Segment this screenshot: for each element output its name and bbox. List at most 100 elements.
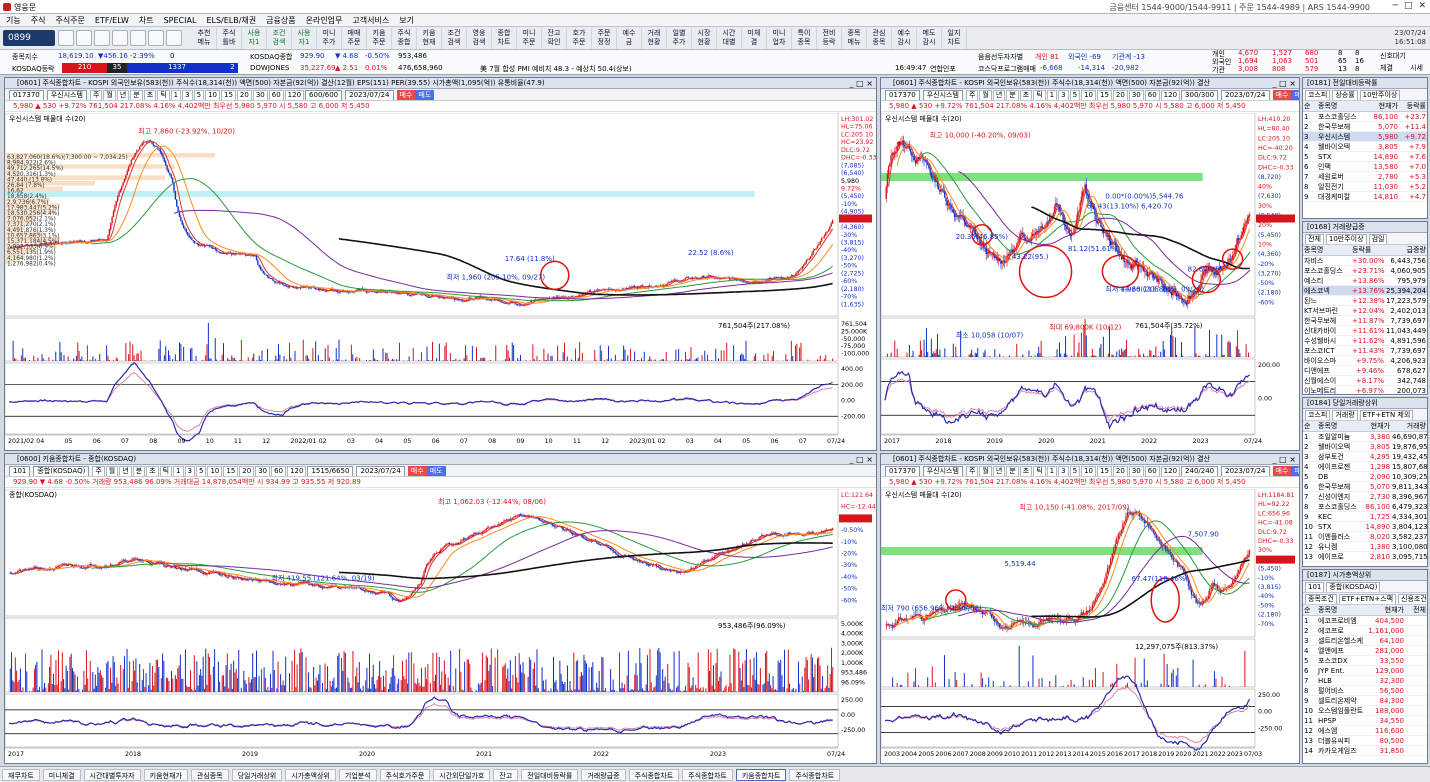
toolbar-button[interactable]: 조건 검색 (442, 28, 467, 49)
toolbar-button[interactable]: 특이 종목 (792, 28, 817, 49)
period-button[interactable]: 60 (268, 90, 284, 100)
period-button[interactable]: 틱 (157, 90, 170, 100)
flag-icon[interactable] (112, 30, 128, 46)
buy-button[interactable]: 매수 (407, 466, 427, 476)
period-button[interactable]: 60 (271, 466, 287, 476)
window-controls[interactable]: _ □ × (1273, 78, 1296, 88)
period-button[interactable]: 60 (1144, 90, 1160, 100)
period-button[interactable]: 15 (220, 90, 236, 100)
period-button[interactable]: 10 (207, 466, 223, 476)
menu-item[interactable]: 주식주문 (55, 15, 84, 26)
period-button[interactable]: 분 (132, 466, 146, 476)
window-header[interactable]: [0601] 주식종합차트 - KOSPI 외국인보유(583(천)) 주식수(… (5, 78, 876, 89)
period-button[interactable]: 120 (284, 90, 305, 100)
menu-item[interactable]: 온라인업무 (306, 15, 343, 26)
minimize-icon[interactable]: ─ (1393, 1, 1398, 11)
menu-item[interactable]: 고객서비스 (352, 15, 389, 26)
period-button[interactable]: 15 (223, 466, 239, 476)
period-button[interactable]: 월 (103, 90, 116, 100)
period-button[interactable]: 틱 (159, 466, 173, 476)
window-controls[interactable]: _ □ × (850, 454, 873, 464)
toolbar-button[interactable]: 예수 감시 (892, 28, 917, 49)
period-button[interactable]: 초 (143, 90, 157, 100)
toolbar-button[interactable]: 사용 자1 (292, 28, 317, 49)
period-button[interactable]: 분 (1006, 90, 1019, 100)
period-button[interactable]: 3 (1058, 90, 1069, 100)
period-button[interactable]: 1 (170, 90, 182, 100)
toolbar-button[interactable]: 잔고 확인 (542, 28, 567, 49)
maximize-icon[interactable]: □ (1404, 1, 1413, 11)
chart-window-top-left[interactable]: [0601] 주식종합차트 - KOSPI 외국인보유(583(천)) 주식수(… (4, 77, 877, 451)
sell-button[interactable]: 매도 (415, 90, 435, 100)
period-button[interactable]: 1 (173, 466, 184, 476)
period-button[interactable]: 10 (1081, 90, 1096, 100)
window-controls[interactable]: _ □ × (850, 78, 873, 88)
buy-button[interactable]: 매수 (396, 90, 416, 100)
screen-number-input[interactable]: 0899 (3, 30, 55, 46)
menu-item[interactable]: ELS/ELB/채권 (206, 15, 256, 26)
period-button[interactable]: 20 (236, 90, 252, 100)
period-button[interactable]: 월 (105, 466, 119, 476)
menu-item[interactable]: 보기 (399, 15, 414, 26)
close-icon[interactable]: ✕ (1418, 1, 1426, 11)
bar-count-field[interactable]: 600/600 (305, 90, 343, 100)
toolbar-button[interactable]: 미니 업차 (767, 28, 792, 49)
buy-button[interactable]: 매수 (1272, 90, 1292, 100)
toolbar-button[interactable]: 미체 결 (742, 28, 767, 49)
sell-button[interactable]: 매도 (426, 466, 446, 476)
toolbar-button[interactable]: 조건 검색 (267, 28, 292, 49)
toolbar-button[interactable]: 관심 종목 (867, 28, 892, 49)
period-button[interactable]: 5 (195, 466, 207, 476)
period-button[interactable]: 30 (252, 90, 268, 100)
stock-code-input[interactable]: 017370 (9, 90, 44, 100)
toolbar-button[interactable]: 키움 현재 (417, 28, 442, 49)
period-button[interactable]: 30 (1128, 90, 1144, 100)
period-button[interactable]: 분 (130, 90, 143, 100)
period-button[interactable]: 월 (979, 90, 992, 100)
period-button[interactable]: 초 (146, 466, 159, 476)
toolbar-button[interactable]: 예수 금 (617, 28, 642, 49)
toolbar-button[interactable]: 사용 자1 (242, 28, 267, 49)
period-button[interactable]: 년 (116, 90, 130, 100)
date-field[interactable]: 2023/07/24 (356, 466, 405, 476)
period-button[interactable]: 주 (92, 466, 105, 476)
stock-name-field[interactable]: 우신시스템 (46, 90, 87, 100)
window-header[interactable]: [0601] 주식종합차트 - KOSPI 외국인보유(583(천)) 주식수(… (881, 78, 1299, 89)
toolbar-button[interactable]: 전비 등락 (817, 28, 842, 49)
date-field[interactable]: 2023/07/24 (1221, 90, 1270, 100)
period-button[interactable]: 20 (239, 466, 255, 476)
window-header[interactable]: [0600] 키움종합차트 - 종합(KOSDAQ) _ □ × (5, 454, 876, 465)
period-button[interactable]: 3 (184, 466, 195, 476)
toolbar-button[interactable]: 영웅 검색 (467, 28, 492, 49)
period-button[interactable]: 3 (182, 90, 193, 100)
grid-icon[interactable] (166, 30, 182, 46)
toolbar-button[interactable]: 시장 현황 (692, 28, 717, 49)
settings-icon[interactable] (148, 30, 164, 46)
period-button[interactable]: 30 (255, 466, 271, 476)
bar-count-field[interactable]: 1515/6650 (307, 466, 354, 476)
menu-item[interactable]: 주식 (31, 15, 46, 26)
period-button[interactable]: 120 (287, 466, 307, 476)
period-button[interactable]: 5 (193, 90, 205, 100)
menu-item[interactable]: 금융상품 (266, 15, 295, 26)
toolbar-button[interactable]: 추천 메뉴 (192, 28, 217, 49)
stock-code-input[interactable]: 101 (9, 466, 31, 476)
chart-icon[interactable] (76, 30, 92, 46)
toolbar-button[interactable]: 메도 감시 (917, 28, 942, 49)
menu-item[interactable]: 차트 (139, 15, 154, 26)
toolbar-button[interactable]: 종합 차트 (492, 28, 517, 49)
favorite-icon[interactable] (58, 30, 74, 46)
stock-name-field[interactable]: 종합(KOSDAQ) (33, 466, 90, 476)
toolbar-button[interactable]: 주식 틀바 (217, 28, 242, 49)
period-button[interactable]: 1 (1046, 90, 1058, 100)
toolbar-button[interactable]: 종목 메뉴 (842, 28, 867, 49)
toolbar-button[interactable]: 미니 주가 (317, 28, 342, 49)
period-button[interactable]: 10 (205, 90, 220, 100)
period-button[interactable]: 15 (1096, 90, 1112, 100)
toolbar-button[interactable]: 매매 주문 (342, 28, 367, 49)
period-button[interactable]: 5 (1069, 90, 1081, 100)
stock-code-input[interactable]: 017370 (885, 90, 920, 100)
menu-item[interactable]: ETF/ELW (95, 16, 129, 25)
period-button[interactable]: 초 (1019, 90, 1033, 100)
menu-item[interactable]: 기능 (6, 15, 21, 26)
